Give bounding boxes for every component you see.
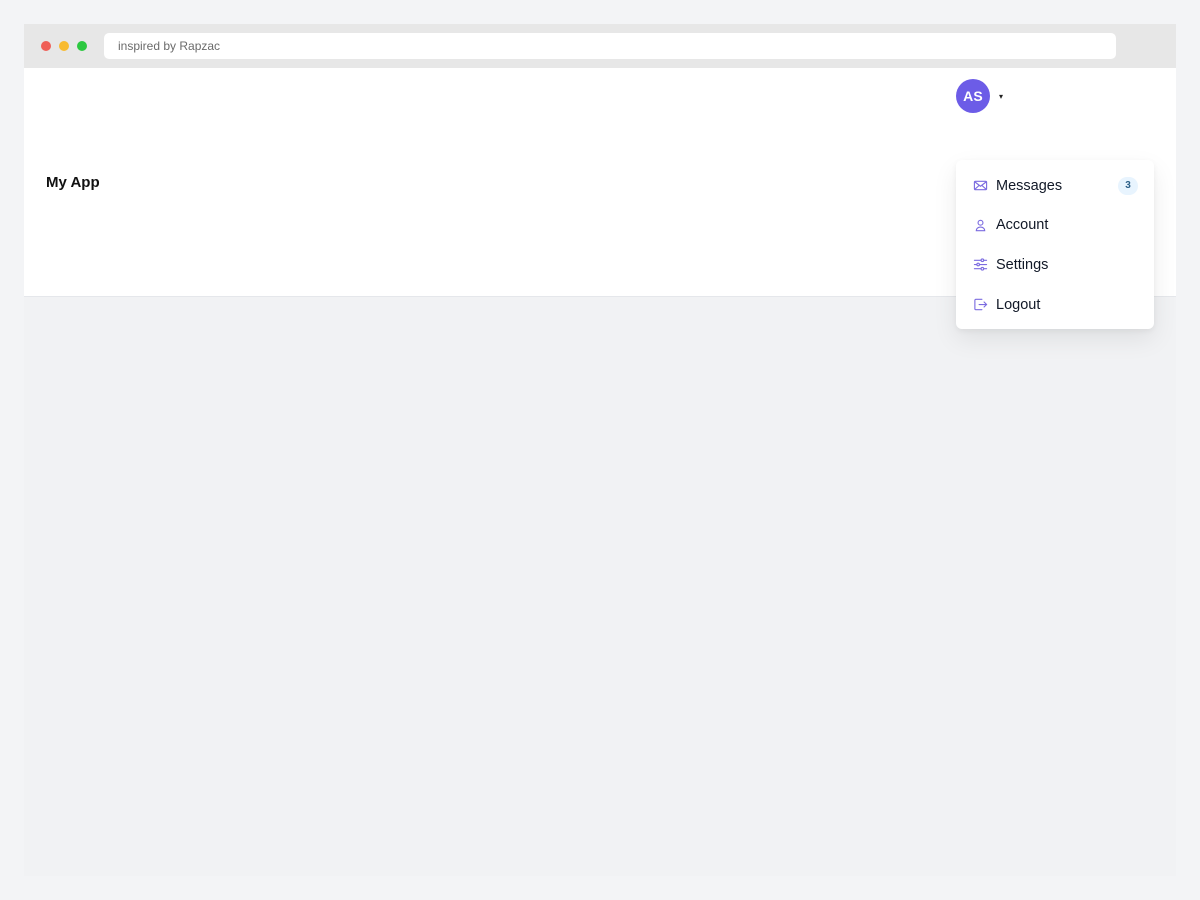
menu-item-label: Account xyxy=(996,217,1049,234)
messages-count-badge: 3 xyxy=(1118,176,1138,195)
browser-toolbar: inspired by Rapzac xyxy=(24,24,1176,68)
menu-item-messages[interactable]: Messages 3 xyxy=(956,166,1154,206)
menu-item-account[interactable]: Account xyxy=(956,206,1154,246)
app-header: My App AS ▾ Messages 3 Account Settings … xyxy=(24,68,1176,329)
menu-item-settings[interactable]: Settings xyxy=(956,245,1154,285)
close-window-button[interactable] xyxy=(41,41,51,51)
menu-item-label: Messages xyxy=(996,177,1063,194)
minimize-window-button[interactable] xyxy=(59,41,69,51)
app-title: My App xyxy=(46,174,100,191)
logout-icon xyxy=(972,297,988,313)
user-dropdown-menu: Messages 3 Account Settings Logout xyxy=(956,160,1154,329)
menu-item-label: Settings xyxy=(996,256,1049,273)
sliders-icon xyxy=(972,257,988,273)
browser-window: inspired by Rapzac My App AS ▾ Messages … xyxy=(24,24,1176,876)
maximize-window-button[interactable] xyxy=(77,41,87,51)
user-menu-trigger[interactable]: AS ▾ xyxy=(956,79,1003,113)
user-icon xyxy=(972,217,988,233)
address-bar[interactable]: inspired by Rapzac xyxy=(104,33,1116,59)
menu-item-label: Logout xyxy=(996,296,1041,313)
menu-item-logout[interactable]: Logout xyxy=(956,285,1154,325)
mail-icon xyxy=(972,178,988,194)
chevron-down-icon: ▾ xyxy=(999,92,1004,101)
avatar[interactable]: AS xyxy=(956,79,990,113)
